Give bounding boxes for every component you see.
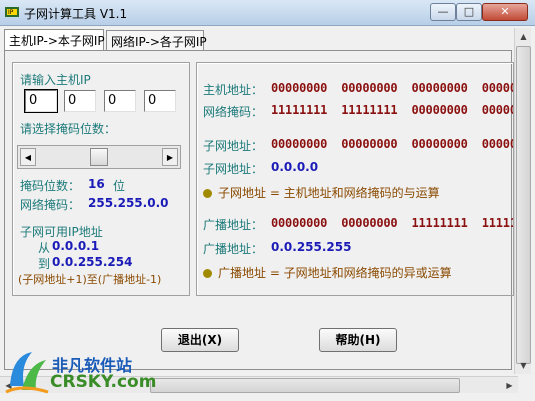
app-icon: IP — [5, 7, 19, 17]
watermark-subtitle: CRSKY.com — [50, 372, 157, 392]
title-bar: IP 子网计算工具 V1.1 — □ ✕ — [0, 0, 535, 26]
ip-octet-4-input[interactable]: 0 — [144, 90, 176, 112]
from-label: 从 — [38, 241, 51, 255]
help-button[interactable]: 帮助(H) — [319, 328, 397, 352]
tab-host-to-subnet[interactable]: 主机IP->本子网IP — [4, 29, 105, 50]
from-value: 0.0.0.1 — [52, 239, 100, 253]
watermark-logo: 非凡软件站 CRSKY.com — [2, 346, 162, 398]
scroll-right-icon[interactable]: ▶ — [501, 377, 518, 394]
usable-range-label: 子网可用IP地址 — [20, 225, 103, 239]
horizontal-scroll-thumb[interactable] — [150, 378, 460, 393]
mask-bits-unit: 位 — [113, 179, 126, 193]
vertical-scrollbar[interactable]: ▲ ▼ — [514, 28, 531, 374]
to-label: 到 — [38, 257, 51, 271]
subnet-addr-label: 子网地址： — [203, 139, 264, 153]
to-value: 0.0.255.254 — [52, 255, 133, 269]
window-title: 子网计算工具 V1.1 — [24, 7, 128, 21]
vertical-scroll-thumb[interactable] — [516, 46, 531, 364]
broadcast-value: 0.0.255.255 — [271, 240, 352, 254]
mask-bits-prompt: 请选择掩码位数： — [20, 122, 117, 136]
subnet-addr-label-2: 子网地址： — [203, 162, 264, 176]
bullet-icon — [203, 269, 212, 278]
subnet-addr-bits: 00000000 00000000 00000000 00000000 — [271, 137, 514, 151]
scroll-down-icon[interactable]: ▼ — [515, 357, 532, 374]
subnet-note-text: 子网地址 = 主机地址和网络掩码的与运算 — [218, 186, 440, 200]
minimize-button[interactable]: — — [430, 3, 456, 21]
netmask-bits: 11111111 11111111 00000000 00000000 — [271, 103, 514, 117]
host-ip-label: 请输入主机IP — [20, 73, 91, 87]
ip-octet-3-input[interactable]: 0 — [104, 90, 136, 112]
logo-icon — [5, 352, 49, 394]
scroll-up-icon[interactable]: ▲ — [515, 28, 532, 45]
subnet-note: 子网地址 = 主机地址和网络掩码的与运算 — [203, 184, 440, 201]
bullet-icon — [203, 189, 212, 198]
ip-octet-2-input[interactable]: 0 — [64, 90, 96, 112]
mask-bits-value: 16 — [88, 177, 105, 191]
netmask-label: 网络掩码： — [20, 198, 81, 212]
tab-network-to-subnets[interactable]: 网络IP->各子网IP — [106, 30, 207, 50]
slider-left-arrow-icon[interactable]: ◀ — [20, 148, 36, 166]
exit-button[interactable]: 退出(X) — [161, 328, 239, 352]
close-button[interactable]: ✕ — [482, 3, 528, 21]
broadcast-label-2: 广播地址： — [203, 242, 264, 256]
broadcast-label: 广播地址： — [203, 218, 264, 232]
broadcast-note-text: 广播地址 = 子网地址和网络掩码的异或运算 — [218, 266, 452, 280]
mask-bits-slider[interactable]: ◀ ▶ — [17, 145, 181, 169]
netmask-value: 255.255.0.0 — [88, 196, 169, 210]
netmask-bits-label: 网络掩码： — [203, 105, 264, 119]
slider-right-arrow-icon[interactable]: ▶ — [162, 148, 178, 166]
mask-bits-label: 掩码位数： — [20, 179, 81, 193]
result-group: 主机地址： 00000000 00000000 00000000 0000000… — [196, 62, 514, 296]
broadcast-bits: 00000000 00000000 11111111 11111111 — [271, 216, 514, 230]
broadcast-note: 广播地址 = 子网地址和网络掩码的异或运算 — [203, 264, 452, 281]
host-addr-label: 主机地址： — [203, 83, 264, 97]
slider-thumb[interactable] — [90, 148, 108, 166]
range-note: (子网地址+1)至(广播地址-1) — [18, 273, 162, 286]
ip-octet-1-input[interactable]: 0 — [24, 89, 58, 113]
svg-text:IP: IP — [8, 9, 14, 16]
host-addr-bits: 00000000 00000000 00000000 00000000 — [271, 81, 514, 95]
maximize-button[interactable]: □ — [456, 3, 482, 21]
subnet-addr-value: 0.0.0.0 — [271, 160, 319, 174]
